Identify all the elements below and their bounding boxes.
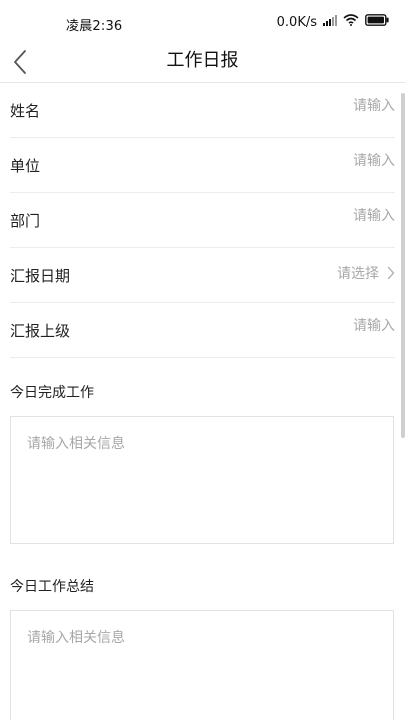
section-title-work-summary: 今日工作总结 [10,579,94,595]
supervisor-input[interactable] [215,318,395,334]
status-indicators: 0.0K/s [277,14,389,30]
completed-work-textarea[interactable] [11,417,393,543]
completed-work-box [10,416,394,544]
work-summary-box [10,610,394,720]
status-time: 凌晨2:36 [66,19,123,34]
battery-icon [365,14,389,30]
network-speed: 0.0K/s [276,14,317,30]
wifi-icon [343,14,359,30]
form-row-supervisor: 汇报上级 [10,303,395,358]
status-bar: 凌晨2:36 0.0K/s [0,0,405,44]
report-date-picker[interactable]: 请选择 [337,263,395,283]
form-row-department: 部门 [10,193,395,248]
row-label: 部门 [10,212,41,230]
app-header: 工作日报 [0,44,405,83]
row-label: 姓名 [10,102,41,120]
picker-text: 请选择 [337,266,379,282]
form-row-name: 姓名 [10,83,395,138]
signal-icon [323,14,337,30]
work-summary-textarea[interactable] [11,611,393,720]
work-daily-report-screen: 凌晨2:36 0.0K/s 工作日报 姓名 请输入 单位 请输入 部门 请输入 … [0,0,405,720]
row-label: 汇报上级 [10,322,71,340]
row-label: 汇报日期 [10,267,71,285]
form-row-unit: 单位 [10,138,395,193]
scrollbar[interactable] [401,93,405,438]
section-title-completed-work: 今日完成工作 [10,385,94,401]
unit-input[interactable] [215,153,395,169]
page-title: 工作日报 [166,50,239,71]
department-input[interactable] [215,208,395,224]
form-row-report-date[interactable]: 汇报日期 请选择 [10,248,395,303]
row-label: 单位 [10,157,41,175]
form-content[interactable]: 姓名 单位 部门 汇报日期 请选择 汇报上级 今日完成工作 [0,83,405,720]
chevron-right-icon [387,266,395,280]
name-input[interactable] [215,98,395,114]
